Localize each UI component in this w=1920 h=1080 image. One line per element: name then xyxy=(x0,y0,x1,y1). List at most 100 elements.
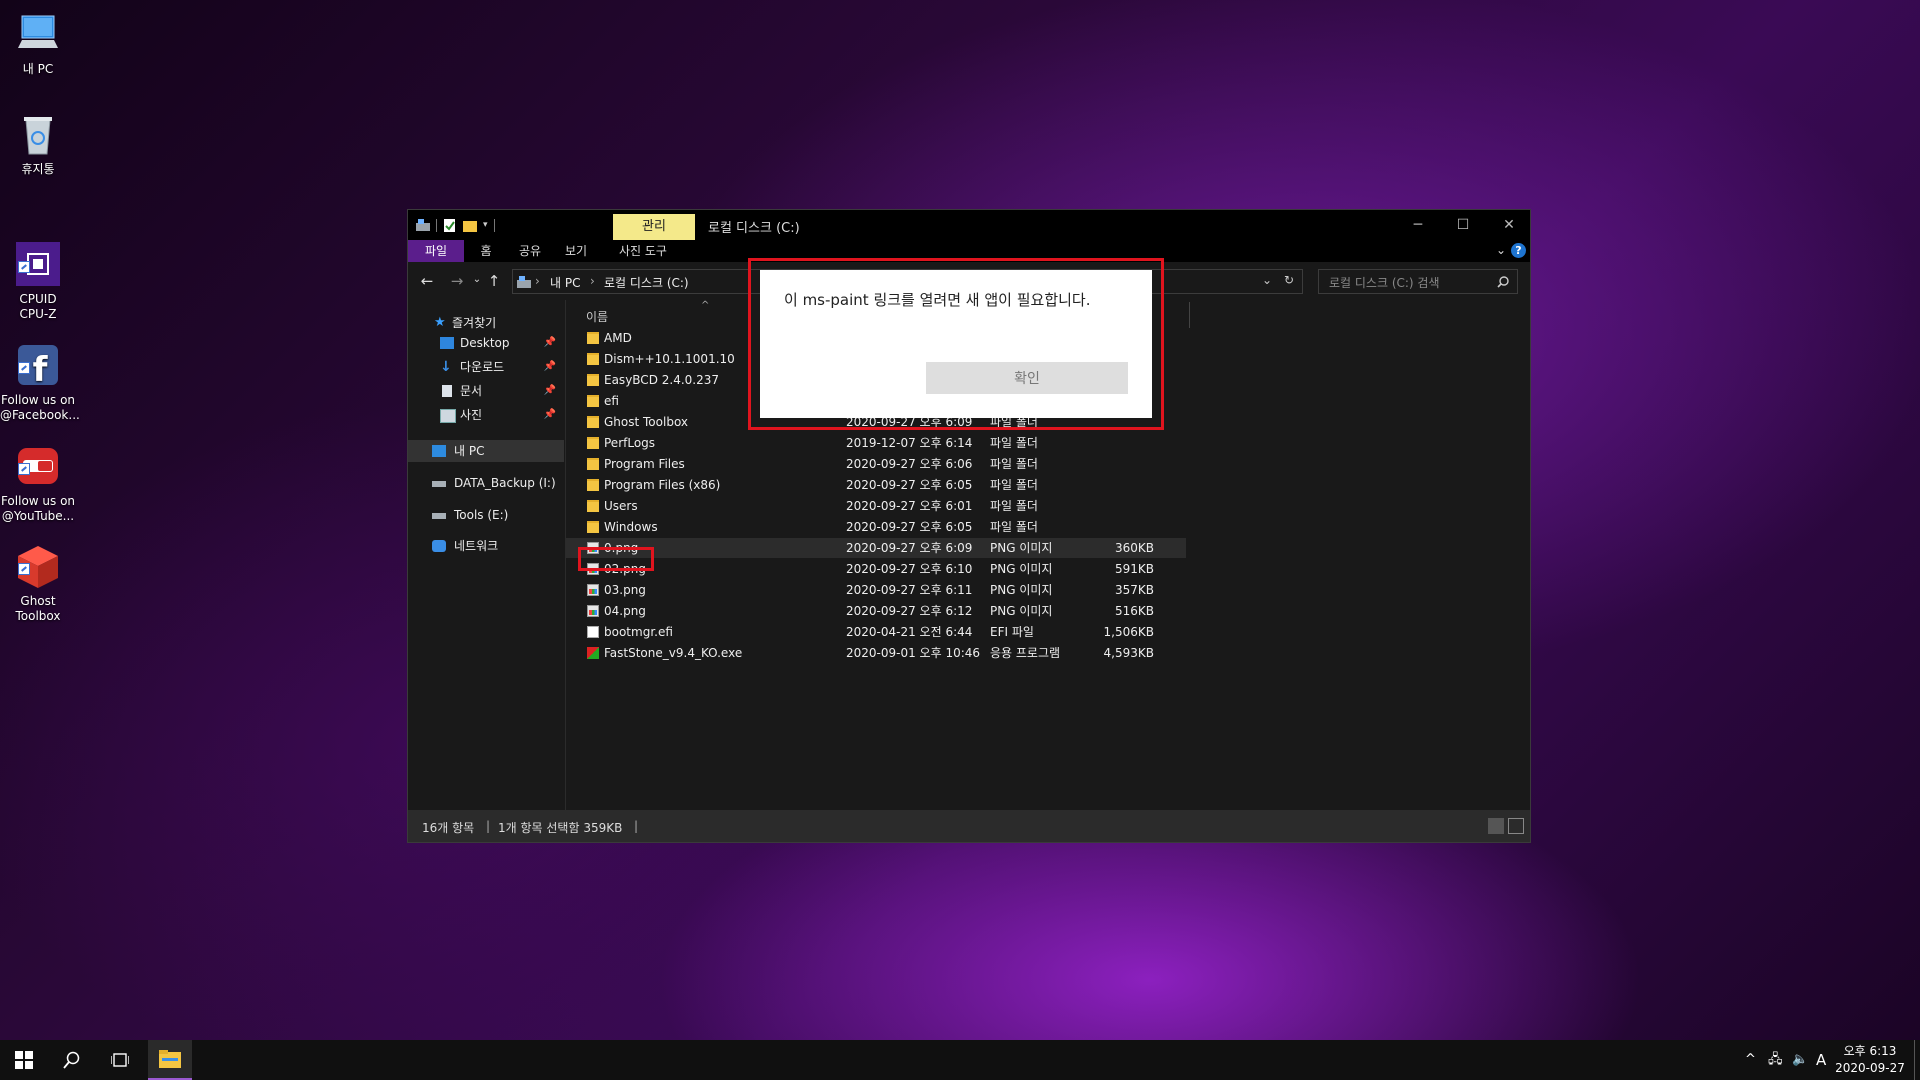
desktop-icon-ghost-toolbox[interactable]: Ghost Toolbox xyxy=(0,512,76,639)
ok-button[interactable]: 확인 xyxy=(926,362,1128,394)
tab-view[interactable]: 보기 xyxy=(556,240,596,262)
file-name: Windows xyxy=(604,520,658,534)
file-type: 파일 폴더 xyxy=(990,520,1038,534)
png-image-icon xyxy=(587,584,599,596)
status-selection: 1개 항목 선택함 359KB xyxy=(498,821,623,835)
tab-picture-tools[interactable]: 사진 도구 xyxy=(612,240,674,262)
forward-arrow-icon[interactable]: → xyxy=(448,272,466,290)
taskbar-clock[interactable]: 오후 6:13 2020-09-27 xyxy=(1830,1043,1910,1077)
file-row[interactable]: PerfLogs 2019-12-07 오후 6:14 파일 폴더 xyxy=(566,433,1186,453)
document-icon xyxy=(442,385,452,397)
show-desktop-button[interactable] xyxy=(1914,1040,1915,1080)
new-folder-icon[interactable] xyxy=(463,219,477,232)
nav-network[interactable]: 네트워크 xyxy=(408,535,564,557)
file-type: PNG 이미지 xyxy=(990,562,1053,576)
expand-ribbon-icon[interactable]: ⌄ xyxy=(1496,243,1506,257)
desktop-icon-recycle-bin[interactable]: 휴지통 xyxy=(0,110,76,177)
file-row[interactable]: 02.png 2020-09-27 오후 6:10 PNG 이미지 591KB xyxy=(566,559,1186,579)
folder-icon xyxy=(587,437,599,449)
show-hidden-icons-chevron-icon[interactable]: ^ xyxy=(1745,1040,1756,1080)
file-date-modified: 2020-09-27 오후 6:01 xyxy=(846,499,973,513)
tab-manage[interactable]: 관리 xyxy=(613,214,695,240)
task-view-button[interactable] xyxy=(96,1040,144,1080)
file-row[interactable]: 0.png 2020-09-27 오후 6:09 PNG 이미지 360KB xyxy=(566,538,1186,558)
file-row[interactable]: Program Files 2020-09-27 오후 6:06 파일 폴더 xyxy=(566,454,1186,474)
taskbar-file-explorer[interactable] xyxy=(148,1040,192,1080)
file-row[interactable]: FastStone_v9.4_KO.exe 2020-09-01 오후 10:46… xyxy=(566,643,1186,663)
search-button[interactable] xyxy=(48,1040,96,1080)
pin-icon: 📌 xyxy=(543,337,556,348)
file-row[interactable]: Program Files (x86) 2020-09-27 오후 6:05 파일 … xyxy=(566,475,1186,495)
minimize-button[interactable]: ─ xyxy=(1397,214,1439,236)
desktop-icon-this-pc[interactable]: 내 PC xyxy=(0,10,76,77)
cpuz-icon xyxy=(14,225,62,286)
file-type: PNG 이미지 xyxy=(990,583,1053,597)
properties-icon[interactable] xyxy=(443,218,457,232)
file-date-modified: 2020-09-01 오후 10:46 xyxy=(846,646,981,660)
title-bar[interactable]: ▾ 관리 로컬 디스크 (C:) ─ ☐ ✕ xyxy=(408,210,1530,240)
address-history-chevron-icon[interactable]: ⌄ xyxy=(1262,273,1272,287)
network-status-icon[interactable]: 🖧 xyxy=(1768,1040,1783,1080)
file-name: AMD xyxy=(604,331,632,345)
folder-icon xyxy=(587,500,599,512)
tab-share[interactable]: 공유 xyxy=(510,240,550,262)
ghost-toolbox-icon xyxy=(14,527,62,588)
desktop-icon-label: Ghost Toolbox xyxy=(15,594,61,623)
toolbar-divider xyxy=(436,218,437,232)
file-size: 357KB xyxy=(1114,583,1154,597)
nav-desktop[interactable]: Desktop 📌 xyxy=(408,332,564,354)
nav-downloads[interactable]: ↓ 다운로드 📌 xyxy=(408,356,564,378)
desktop-icon-label: 휴지통 xyxy=(21,162,55,176)
nav-this-pc[interactable]: 내 PC xyxy=(408,440,564,462)
clock-time: 오후 6:13 xyxy=(1843,1044,1897,1058)
svg-text:f: f xyxy=(33,350,49,389)
application-icon xyxy=(587,647,599,659)
file-size: 360KB xyxy=(1114,541,1154,555)
breadcrumb-separator: › xyxy=(590,274,595,288)
windows-logo-icon xyxy=(15,1051,33,1069)
drive-icon xyxy=(432,513,446,519)
back-arrow-icon[interactable]: ← xyxy=(418,272,436,290)
breadcrumb-local-disk[interactable]: 로컬 디스크 (C:) xyxy=(604,274,689,291)
folder-icon xyxy=(587,353,599,365)
maximize-button[interactable]: ☐ xyxy=(1442,214,1484,236)
nav-pictures[interactable]: 사진 📌 xyxy=(408,404,564,426)
file-row[interactable]: 03.png 2020-09-27 오후 6:11 PNG 이미지 357KB xyxy=(566,580,1186,600)
pictures-icon xyxy=(440,409,456,423)
nav-documents[interactable]: 문서 📌 xyxy=(408,380,564,402)
breadcrumb-this-pc[interactable]: 내 PC xyxy=(550,274,580,291)
large-icons-view-icon[interactable] xyxy=(1508,818,1524,834)
tab-file[interactable]: 파일 xyxy=(408,240,464,262)
recent-locations-chevron-icon[interactable]: ⌄ xyxy=(468,274,486,285)
nav-drive-tools[interactable]: Tools (E:) xyxy=(408,504,564,526)
close-button[interactable]: ✕ xyxy=(1488,214,1530,236)
file-row[interactable]: bootmgr.efi 2020-04-21 오전 6:44 EFI 파일 1,506… xyxy=(566,622,1186,642)
up-arrow-icon[interactable]: ↑ xyxy=(485,272,503,290)
file-row[interactable]: Users 2020-09-27 오후 6:01 파일 폴더 xyxy=(566,496,1186,516)
file-icon xyxy=(587,626,599,638)
search-box[interactable]: 로컬 디스크 (C:) 검색 xyxy=(1318,269,1518,294)
volume-icon[interactable]: 🔈 xyxy=(1792,1040,1808,1080)
recycle-bin-icon xyxy=(14,110,62,158)
file-name: bootmgr.efi xyxy=(604,625,673,639)
file-name: 04.png xyxy=(604,604,646,618)
help-icon[interactable]: ? xyxy=(1511,243,1526,258)
start-button[interactable] xyxy=(0,1040,48,1080)
column-name-header[interactable]: 이름 xyxy=(586,308,608,325)
desktop-icon-label: 내 PC xyxy=(22,62,54,76)
file-row[interactable]: 04.png 2020-09-27 오후 6:12 PNG 이미지 516KB xyxy=(566,601,1186,621)
folder-icon xyxy=(587,332,599,344)
tab-home[interactable]: 홈 xyxy=(470,240,502,262)
nav-drive-data-backup[interactable]: DATA_Backup (I:) xyxy=(408,472,564,494)
file-explorer-icon xyxy=(159,1050,181,1068)
file-size: 516KB xyxy=(1114,604,1154,618)
nav-quick-access[interactable]: ★ 즐겨찾기 xyxy=(408,312,564,334)
file-row[interactable]: Windows 2020-09-27 오후 6:05 파일 폴더 xyxy=(566,517,1186,537)
ime-indicator[interactable]: A xyxy=(1816,1040,1826,1080)
shortcut-arrow-icon xyxy=(18,563,30,575)
customize-toolbar-icon[interactable]: ▾ xyxy=(483,220,488,230)
file-name: Program Files (x86) xyxy=(604,478,721,492)
refresh-icon[interactable]: ↻ xyxy=(1284,273,1294,287)
file-type: EFI 파일 xyxy=(990,625,1034,639)
details-view-icon[interactable] xyxy=(1488,818,1504,834)
